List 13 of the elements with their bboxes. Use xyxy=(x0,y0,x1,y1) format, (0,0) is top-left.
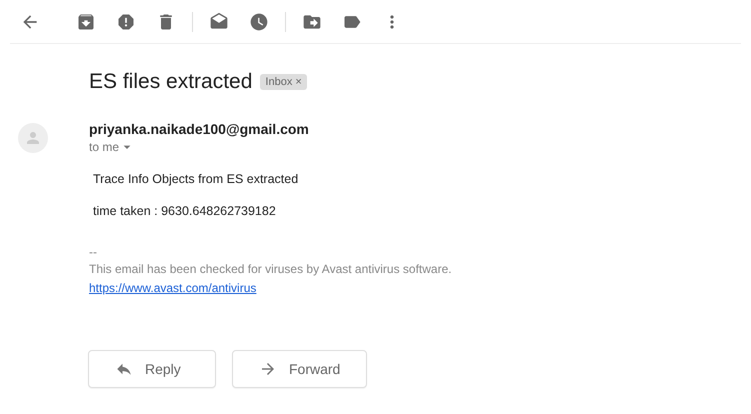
message-line: time taken : 9630.648262739182 xyxy=(92,203,277,220)
signature-link[interactable]: https://www.avast.com/antivirus xyxy=(89,279,256,297)
reply-button[interactable]: Reply xyxy=(88,350,216,388)
email-subject: ES files extracted xyxy=(89,69,252,95)
sender-email: priyanka.naikade100@gmail.com xyxy=(89,120,310,138)
message-line: Trace Info Objects from ES extracted xyxy=(92,170,300,188)
arrow-right-icon xyxy=(259,360,277,378)
signature-text: This email has been checked for viruses by Avast antivirus software. xyxy=(89,261,452,278)
recipient-text: to me xyxy=(89,138,120,156)
forward-button[interactable]: Forward xyxy=(232,350,368,388)
avatar-icon xyxy=(18,122,48,152)
inbox-label[interactable]: Inbox × xyxy=(260,74,307,90)
signature-separator: -- xyxy=(89,245,98,259)
